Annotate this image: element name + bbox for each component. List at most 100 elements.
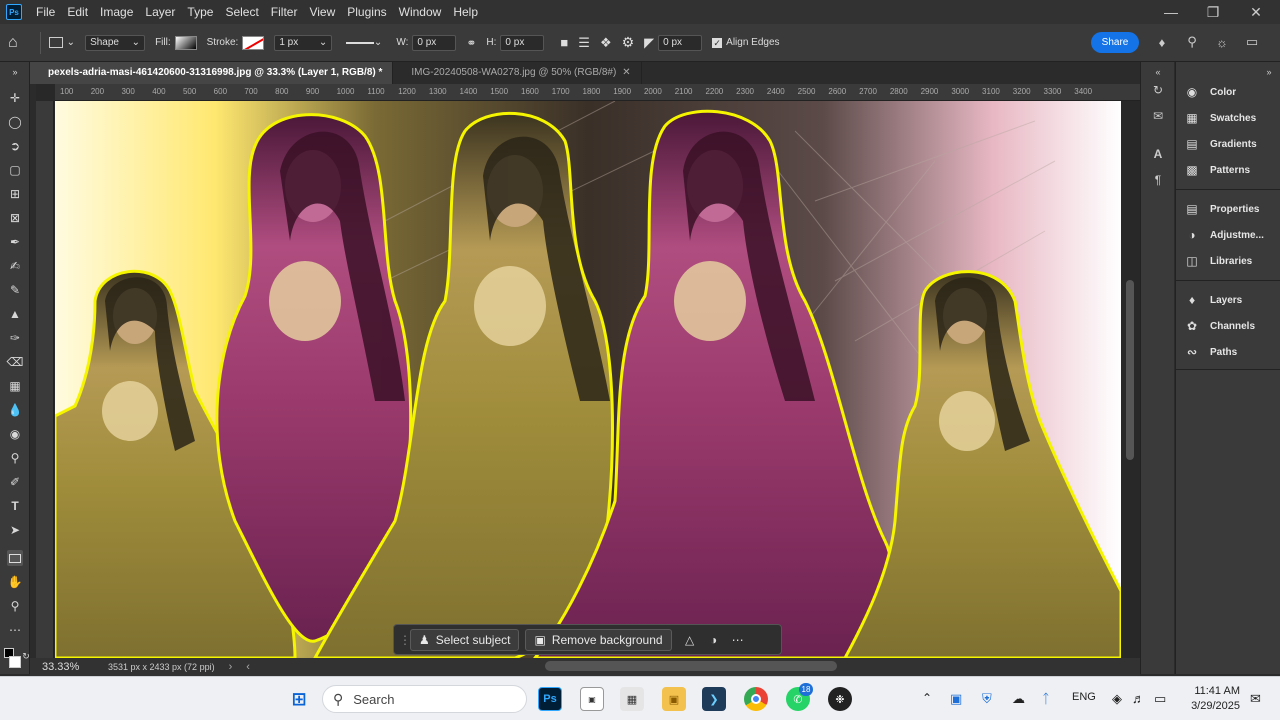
zoom-lens-tool-icon[interactable]: ⚲ <box>7 450 23 466</box>
menu-select[interactable]: Select <box>219 0 264 24</box>
rectangle-tool-icon[interactable] <box>7 550 23 566</box>
horizontal-scrollbar[interactable] <box>545 661 837 671</box>
gear-icon[interactable]: ⚙ <box>622 34 635 51</box>
menu-window[interactable]: Window <box>393 0 448 24</box>
scroll-left-icon[interactable]: ‹ <box>246 661 250 673</box>
corner-radius-icon[interactable]: ◤ <box>644 35 654 51</box>
security-shield-icon[interactable]: ⛨ <box>982 691 992 707</box>
healing-brush-tool-icon[interactable]: ✍ <box>7 258 23 274</box>
object-selection-tool-icon[interactable]: ▢ <box>7 162 23 178</box>
height-field[interactable]: H: 0 px <box>486 34 545 51</box>
stroke-control[interactable]: Stroke: <box>207 35 265 50</box>
zoom-level[interactable]: 33.33% <box>42 661 106 673</box>
menu-plugins[interactable]: Plugins <box>341 0 392 24</box>
adjustment-icon[interactable]: ◑ <box>702 629 726 651</box>
panel-swatches[interactable]: ▦ Swatches <box>1184 109 1256 127</box>
panel-layers[interactable]: ♦ Layers <box>1184 291 1242 309</box>
menu-type[interactable]: Type <box>181 0 219 24</box>
frame-tool-icon[interactable]: ⊠ <box>7 210 23 226</box>
discover-lightbulb-icon[interactable]: ☼ <box>1214 34 1230 50</box>
menu-file[interactable]: File <box>30 0 61 24</box>
network-icon[interactable]: ◈ <box>1112 691 1122 707</box>
type-tool-icon[interactable]: T <box>7 498 23 514</box>
marquee-tool-icon[interactable]: ◯ <box>7 114 23 130</box>
blur-tool-icon[interactable]: 💧 <box>7 402 23 418</box>
brush-tool-icon[interactable]: ✎ <box>7 282 23 298</box>
gradient-tool-icon[interactable]: ▦ <box>7 378 23 394</box>
document-canvas[interactable] <box>55 101 1121 658</box>
menu-help[interactable]: Help <box>447 0 484 24</box>
panel-paths[interactable]: ∾ Paths <box>1184 343 1237 361</box>
close-tab-icon[interactable]: ✕ <box>622 67 630 78</box>
transform-icon[interactable]: △ <box>678 629 702 651</box>
panel-channels[interactable]: ✿ Channels <box>1184 317 1255 335</box>
path-arrangement-icon[interactable]: ❖ <box>600 35 612 51</box>
tool-preset-icon[interactable]: ⌄ <box>48 37 75 48</box>
notification-bell-icon[interactable]: ♦ <box>1154 34 1170 50</box>
chrome-taskbar-icon[interactable] <box>744 687 768 711</box>
fill-swatch[interactable] <box>174 35 197 50</box>
crop-tool-icon[interactable]: ⊞ <box>7 186 23 202</box>
menu-view[interactable]: View <box>303 0 341 24</box>
collapse-panel-list-icon[interactable]: » <box>1261 64 1277 80</box>
home-icon[interactable]: ⌂ <box>8 34 18 52</box>
windows-start-icon[interactable]: ⊞ <box>287 687 311 711</box>
vertical-scrollbar[interactable] <box>1126 280 1134 460</box>
document-info[interactable]: 3531 px x 2433 px (72 ppi) <box>108 662 215 672</box>
select-subject-button[interactable]: ♟ Select subject <box>410 628 520 651</box>
collapse-panels-icon[interactable]: « <box>1150 64 1166 80</box>
history-icon[interactable]: ↻ <box>1150 82 1166 98</box>
search-icon[interactable]: ⚲ <box>1184 34 1200 50</box>
restore-icon[interactable]: ❐ <box>1195 0 1231 24</box>
eyedropper-tool-icon[interactable]: ✒ <box>7 234 23 250</box>
remove-background-button[interactable]: ▣ Remove background <box>525 628 672 651</box>
hand-tool-icon[interactable]: ✋ <box>7 574 23 590</box>
notification-center-icon[interactable]: ✉ <box>1250 691 1261 707</box>
history-brush-tool-icon[interactable]: ✑ <box>7 330 23 346</box>
tray-app-icon[interactable]: ▣ <box>950 691 962 707</box>
tab-document-2[interactable]: IMG-20240508-WA0278.jpg @ 50% (RGB/8#) ✕ <box>393 62 642 84</box>
more-options-icon[interactable]: ⋯ <box>726 629 750 651</box>
bluetooth-icon[interactable]: ᛏ <box>1042 691 1050 706</box>
menu-edit[interactable]: Edit <box>61 0 94 24</box>
panel-properties[interactable]: ▤ Properties <box>1184 200 1259 218</box>
collapse-toolbar-icon[interactable]: » <box>7 64 23 80</box>
app-taskbar-icon[interactable]: ❉ <box>828 687 852 711</box>
minimize-icon[interactable]: — <box>1153 0 1189 24</box>
move-tool-icon[interactable]: ✛ <box>7 90 23 106</box>
comments-icon[interactable]: ✉ <box>1150 108 1166 124</box>
zoom-tool-icon[interactable]: ⚲ <box>7 598 23 614</box>
link-icon[interactable]: ⚭ <box>466 36 476 50</box>
path-operations-icon[interactable]: ■ <box>560 35 568 50</box>
calculator-taskbar-icon[interactable]: ▦ <box>620 687 644 711</box>
cloud-icon[interactable]: ☁ <box>1012 691 1025 707</box>
path-alignment-icon[interactable]: ☰ <box>578 35 590 51</box>
lasso-tool-icon[interactable]: ➲ <box>7 138 23 154</box>
image-viewer-taskbar-icon[interactable]: ▣ <box>580 687 604 711</box>
more-tools-icon[interactable]: ⋯ <box>7 622 23 638</box>
menu-filter[interactable]: Filter <box>265 0 304 24</box>
language-indicator[interactable]: ENG <box>1072 691 1096 703</box>
battery-icon[interactable]: ▭ <box>1154 691 1166 707</box>
status-arrow-icon[interactable]: › <box>229 661 233 673</box>
panel-gradients[interactable]: ▤ Gradients <box>1184 135 1256 153</box>
clone-stamp-tool-icon[interactable]: ▲ <box>7 306 23 322</box>
panel-adjustments[interactable]: ◑ Adjustme... <box>1184 226 1264 244</box>
close-window-icon[interactable]: ✕ <box>1238 0 1274 24</box>
panel-color[interactable]: ◉ Color <box>1184 83 1236 101</box>
taskbar-search-box[interactable]: ⚲ Search <box>322 685 527 713</box>
paragraph-icon[interactable]: ¶ <box>1150 172 1166 188</box>
pen-tool-icon[interactable]: ✐ <box>7 474 23 490</box>
width-field[interactable]: W: 0 px <box>396 34 457 51</box>
fill-control[interactable]: Fill: <box>155 35 197 50</box>
stroke-width-field[interactable]: 1 px ⌄ <box>274 34 333 51</box>
character-icon[interactable]: A <box>1150 146 1166 162</box>
menu-layer[interactable]: Layer <box>139 0 181 24</box>
panel-patterns[interactable]: ▩ Patterns <box>1184 161 1250 179</box>
tab-document-1[interactable]: pexels-adria-masi-461420600-31316998.jpg… <box>30 62 394 84</box>
drag-handle-icon[interactable]: ⋮ <box>399 629 411 651</box>
corner-radius-field[interactable]: 0 px <box>658 34 703 51</box>
align-edges-checkbox[interactable]: ✓ Align Edges <box>712 37 780 48</box>
clock[interactable]: 11:41 AM 3/29/2025 <box>1186 684 1240 714</box>
stroke-type-select[interactable]: ⌄ <box>342 35 386 51</box>
